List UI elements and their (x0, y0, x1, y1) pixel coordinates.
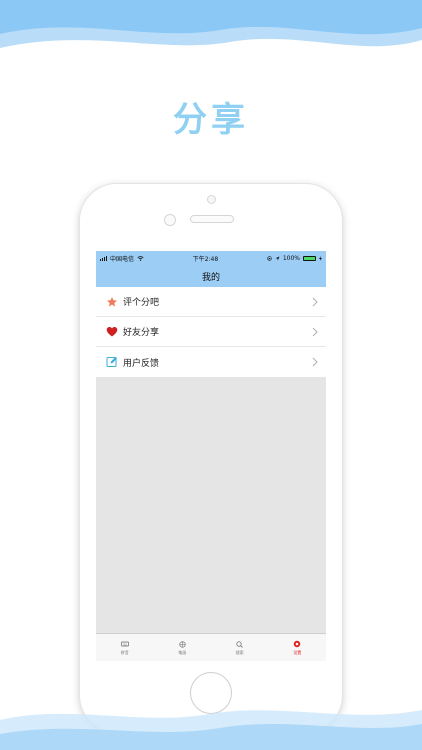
tab-label-stroke: 笔画 (178, 650, 187, 655)
tab-label-settings: 设置 (293, 650, 302, 655)
tab-settings[interactable]: 设置 (269, 634, 327, 661)
nav-title: 我的 (201, 272, 220, 283)
chevron-right-icon (312, 327, 318, 337)
battery-percent: 100% (282, 254, 300, 262)
phone-mockup: 中国电信 下午2:48 100% 我的 评个分吧 好友分享 用户反馈 拼音 笔画… (79, 183, 343, 733)
wifi-icon (137, 255, 144, 261)
location-icon (275, 256, 280, 260)
menu-label-rate: 评个分吧 (123, 298, 160, 308)
heart-icon (106, 326, 118, 338)
menu-label-feedback: 用户反馈 (123, 358, 160, 369)
phone-camera (207, 195, 216, 204)
search-icon (236, 640, 244, 648)
phone-sensor (164, 214, 176, 226)
edit-icon (106, 356, 118, 368)
status-time: 下午2:48 (192, 255, 219, 263)
signal-icon (100, 255, 107, 261)
charging-icon (319, 255, 322, 261)
settings-menu: 评个分吧 好友分享 用户反馈 (96, 287, 326, 377)
chevron-right-icon (312, 357, 318, 367)
menu-item-share[interactable]: 好友分享 (96, 317, 326, 347)
tab-pinyin[interactable]: 拼音 (96, 634, 154, 661)
lock-rotation-icon (267, 255, 272, 261)
app-screen: 中国电信 下午2:48 100% 我的 评个分吧 好友分享 用户反馈 拼音 笔画… (96, 251, 326, 661)
brush-icon (178, 640, 186, 648)
carrier-label: 中国电信 (110, 255, 135, 263)
menu-label-share: 好友分享 (123, 328, 160, 338)
bottom-wave-decoration (0, 710, 422, 750)
chevron-right-icon (312, 297, 318, 307)
tab-bar: 拼音 笔画 搜索 设置 (96, 633, 326, 661)
keyboard-icon (120, 640, 129, 648)
star-icon (106, 296, 118, 308)
menu-item-rate[interactable]: 评个分吧 (96, 287, 326, 317)
tab-label-search: 搜索 (235, 650, 244, 655)
battery-icon (303, 255, 316, 261)
menu-item-feedback[interactable]: 用户反馈 (96, 347, 326, 377)
status-bar: 中国电信 下午2:48 100% (96, 251, 326, 265)
settings-icon (293, 640, 301, 648)
tab-stroke[interactable]: 笔画 (154, 634, 212, 661)
tab-label-pinyin: 拼音 (120, 650, 129, 655)
top-wave-decoration (0, 0, 422, 48)
page-headline: 分享 (173, 100, 249, 140)
phone-speaker (190, 215, 234, 223)
nav-bar: 我的 (96, 265, 326, 287)
tab-search[interactable]: 搜索 (211, 634, 269, 661)
